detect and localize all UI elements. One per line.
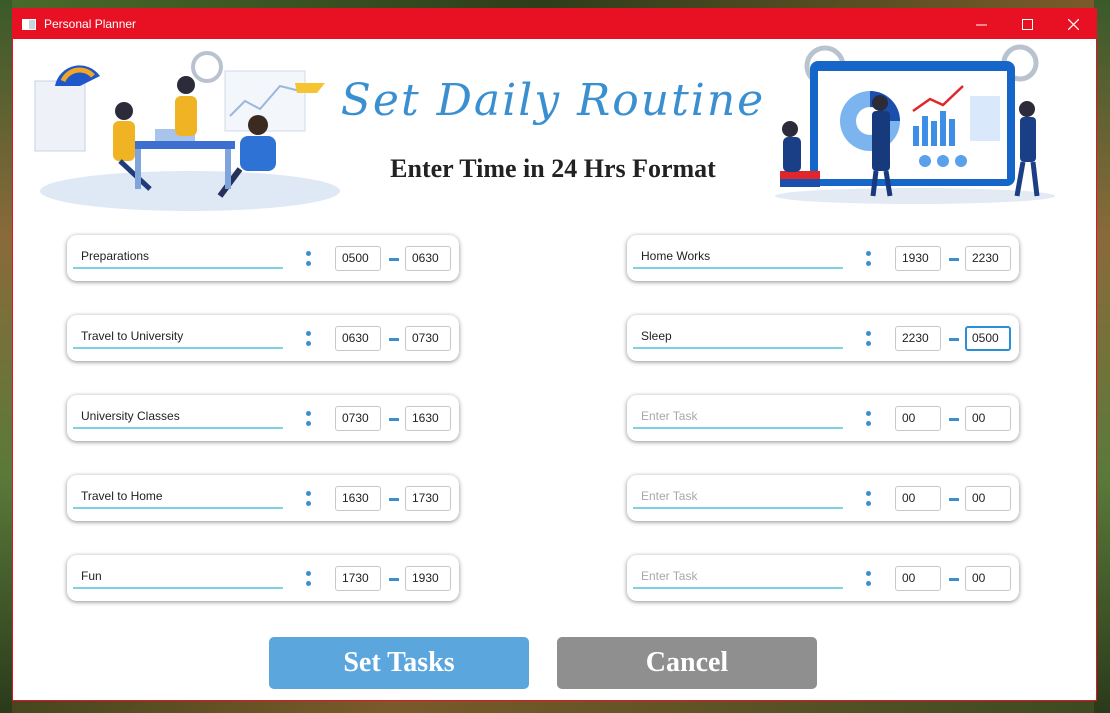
dash-separator	[949, 338, 959, 341]
end-time-input[interactable]: 1930	[405, 566, 451, 591]
close-icon	[1067, 18, 1079, 30]
end-time-input[interactable]: 00	[965, 566, 1011, 591]
maximize-icon	[1021, 18, 1033, 30]
start-time-input[interactable]: 1630	[335, 486, 381, 511]
end-time-input[interactable]: 00	[965, 406, 1011, 431]
end-time-input[interactable]: 0730	[405, 326, 451, 351]
start-time-input[interactable]: 1730	[335, 566, 381, 591]
colon-separator	[866, 490, 872, 508]
task-row: Sleep 2230 0500	[627, 315, 1019, 361]
start-time-input[interactable]: 0730	[335, 406, 381, 431]
dash-separator	[389, 578, 399, 581]
colon-separator	[306, 490, 312, 508]
task-row: Home Works 1930 2230	[627, 235, 1019, 281]
dash-separator	[389, 418, 399, 421]
colon-separator	[866, 410, 872, 428]
colon-separator	[866, 570, 872, 588]
minimize-icon	[975, 24, 987, 25]
start-time-input[interactable]: 00	[895, 566, 941, 591]
task-row: Enter Task 00 00	[627, 555, 1019, 601]
task-row: Travel to Home 1630 1730	[67, 475, 459, 521]
end-time-input[interactable]: 0500	[965, 326, 1011, 351]
colon-separator	[866, 250, 872, 268]
dash-separator	[949, 578, 959, 581]
task-name-input[interactable]: Home Works	[633, 247, 843, 269]
task-name-input[interactable]: Sleep	[633, 327, 843, 349]
task-name-input[interactable]: University Classes	[73, 407, 283, 429]
dash-separator	[389, 498, 399, 501]
start-time-input[interactable]: 00	[895, 486, 941, 511]
dash-separator	[949, 418, 959, 421]
colon-separator	[306, 570, 312, 588]
task-row: Travel to University 0630 0730	[67, 315, 459, 361]
start-time-input[interactable]: 1930	[895, 246, 941, 271]
minimize-button[interactable]	[958, 9, 1004, 39]
end-time-input[interactable]: 1730	[405, 486, 451, 511]
dash-separator	[389, 258, 399, 261]
start-time-input[interactable]: 0630	[335, 326, 381, 351]
dash-separator	[949, 498, 959, 501]
end-time-input[interactable]: 00	[965, 486, 1011, 511]
page-subtitle: Enter Time in 24 Hrs Format	[390, 154, 716, 183]
task-name-input[interactable]: Enter Task	[633, 407, 843, 429]
end-time-input[interactable]: 2230	[965, 246, 1011, 271]
start-time-input[interactable]: 0500	[335, 246, 381, 271]
desktop-background-left	[0, 0, 12, 713]
app-icon	[22, 18, 36, 30]
team-meeting-illustration	[34, 51, 340, 211]
dash-separator	[389, 338, 399, 341]
dash-separator	[949, 258, 959, 261]
task-name-input[interactable]: Enter Task	[633, 487, 843, 509]
task-row: Enter Task 00 00	[627, 475, 1019, 521]
task-row: Fun 1730 1930	[67, 555, 459, 601]
task-name-input[interactable]: Enter Task	[633, 567, 843, 589]
task-name-input[interactable]: Fun	[73, 567, 283, 589]
end-time-input[interactable]: 0630	[405, 246, 451, 271]
maximize-button[interactable]	[1004, 9, 1050, 39]
colon-separator	[866, 330, 872, 348]
analytics-dashboard-illustration	[775, 44, 1055, 204]
task-name-input[interactable]: Travel to Home	[73, 487, 283, 509]
colon-separator	[306, 250, 312, 268]
close-button[interactable]	[1050, 9, 1096, 39]
start-time-input[interactable]: 00	[895, 406, 941, 431]
set-tasks-button[interactable]: Set Tasks	[269, 637, 529, 689]
task-row: Preparations 0500 0630	[67, 235, 459, 281]
end-time-input[interactable]: 1630	[405, 406, 451, 431]
start-time-input[interactable]: 2230	[895, 326, 941, 351]
cancel-button[interactable]: Cancel	[557, 637, 817, 689]
task-row: Enter Task 00 00	[627, 395, 1019, 441]
colon-separator	[306, 330, 312, 348]
task-row: University Classes 0730 1630	[67, 395, 459, 441]
title-bar[interactable]: Personal Planner	[13, 9, 1096, 39]
task-name-input[interactable]: Preparations	[73, 247, 283, 269]
task-name-input[interactable]: Travel to University	[73, 327, 283, 349]
colon-separator	[306, 410, 312, 428]
window-title: Personal Planner	[44, 17, 137, 31]
planner-window: Personal Planner Set Daily Routine Enter…	[12, 8, 1097, 701]
page-title: Set Daily Routine	[340, 75, 766, 126]
